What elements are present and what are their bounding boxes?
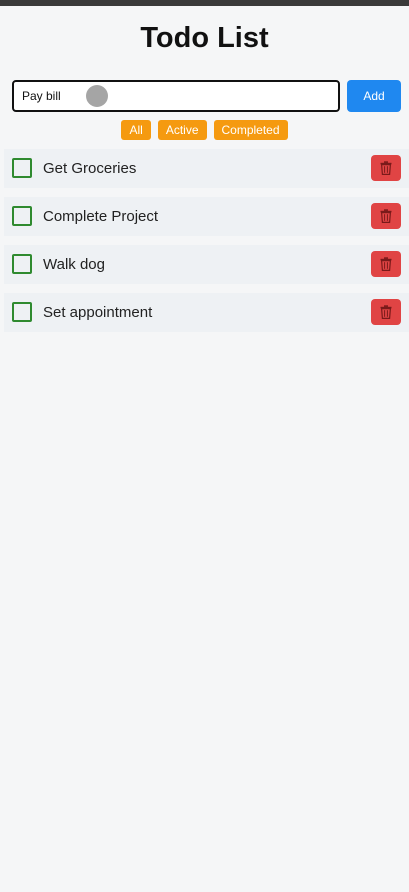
trash-icon xyxy=(380,161,392,175)
delete-button[interactable] xyxy=(371,203,401,229)
todo-item: Get Groceries xyxy=(4,149,409,188)
todo-checkbox[interactable] xyxy=(12,302,32,322)
trash-icon xyxy=(380,209,392,223)
todo-input[interactable] xyxy=(12,80,340,112)
filter-all-button[interactable]: All xyxy=(121,120,151,140)
filter-bar: All Active Completed xyxy=(0,120,409,140)
todo-list: Get Groceries Complete Project Walk dog … xyxy=(4,149,409,341)
filter-active-button[interactable]: Active xyxy=(157,120,207,140)
todo-item: Complete Project xyxy=(4,197,409,236)
todo-text: Get Groceries xyxy=(43,160,137,177)
delete-button[interactable] xyxy=(371,251,401,277)
add-todo-row: Add xyxy=(12,80,401,112)
delete-button[interactable] xyxy=(371,299,401,325)
todo-text: Walk dog xyxy=(43,256,105,273)
todo-checkbox[interactable] xyxy=(12,158,32,178)
trash-icon xyxy=(380,257,392,271)
window-top-bar xyxy=(0,0,409,6)
todo-checkbox[interactable] xyxy=(12,206,32,226)
delete-button[interactable] xyxy=(371,155,401,181)
todo-text: Complete Project xyxy=(43,208,159,225)
touch-cursor-indicator xyxy=(86,85,108,107)
todo-text: Set appointment xyxy=(43,304,153,321)
todo-checkbox[interactable] xyxy=(12,254,32,274)
trash-icon xyxy=(380,305,392,319)
page-title: Todo List xyxy=(140,22,269,54)
todo-item: Set appointment xyxy=(4,293,409,332)
todo-item: Walk dog xyxy=(4,245,409,284)
filter-completed-button[interactable]: Completed xyxy=(213,120,288,140)
add-button[interactable]: Add xyxy=(347,80,401,112)
